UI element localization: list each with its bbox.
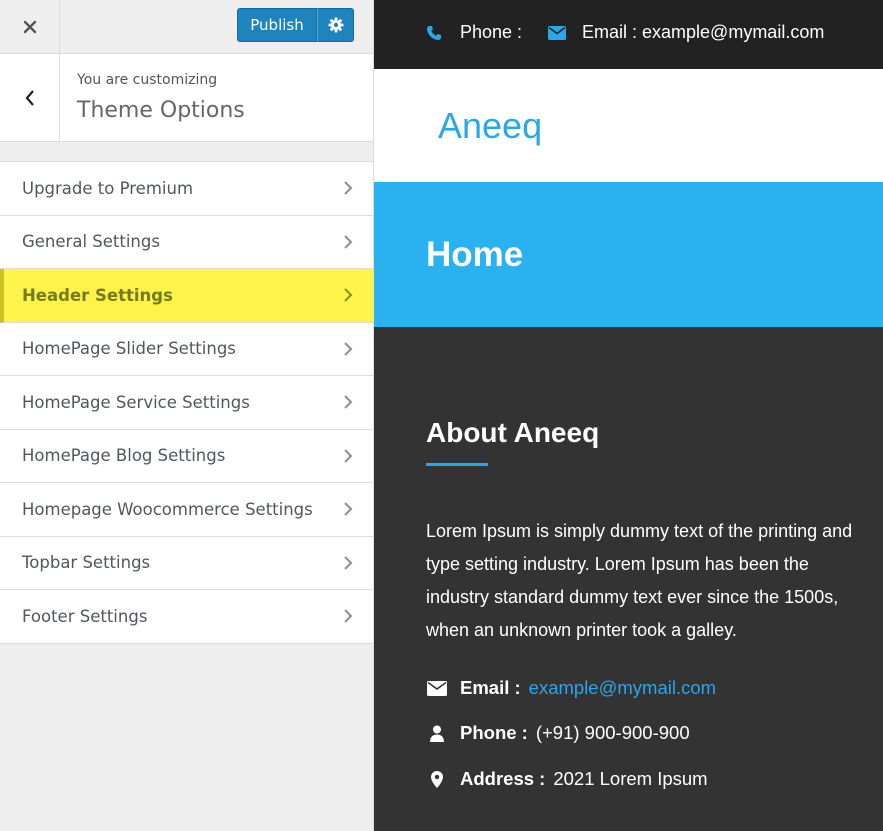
chevron-right-icon [344,395,353,409]
chevron-right-icon [344,502,353,516]
options-menu: Upgrade to Premium General Settings Head… [0,161,373,644]
phone-icon [427,25,441,40]
close-button[interactable] [0,0,60,53]
menu-item-label: HomePage Service Settings [22,392,250,412]
customizer-sidebar: Publish You are customizing Theme Option… [0,0,384,831]
menu-item-general-settings[interactable]: General Settings [0,215,373,269]
menu-item-label: Upgrade to Premium [22,178,194,198]
user-icon [426,725,448,742]
chevron-right-icon [344,288,353,302]
topbar-phone-label: Phone : [460,22,523,42]
publish-group: Publish [237,8,354,42]
about-title: About Aneeq [426,417,600,448]
section-title: Theme Options [77,98,245,123]
customizing-label: You are customizing [77,72,218,88]
menu-item-topbar-settings[interactable]: Topbar Settings [0,536,373,590]
contact-email-label: Email : [460,677,521,698]
chevron-right-icon [344,181,353,195]
menu-item-homepage-woocommerce-settings[interactable]: Homepage Woocommerce Settings [0,483,373,537]
chevron-right-icon [344,235,353,249]
menu-item-homepage-service-settings[interactable]: HomePage Service Settings [0,376,373,430]
banner-title: Home [426,235,524,274]
menu-item-label: Footer Settings [22,606,148,626]
preview-topbar: Phone : Email : example@mymail.com [374,0,883,69]
preview-header: Aneeq [374,69,883,182]
contact-address: Address : 2021 Lorem Ipsum [426,768,708,790]
contact-email: Email : example@mymail.com [426,677,716,699]
menu-item-footer-settings[interactable]: Footer Settings [0,590,373,644]
contact-phone: Phone : (+91) 900-900-900 [426,722,690,744]
section-header: You are customizing Theme Options [0,54,373,142]
topbar-phone: Phone : [426,22,522,43]
site-title[interactable]: Aneeq [438,105,542,147]
about-section: About Aneeq Lorem Ipsum is simply dummy … [374,327,883,831]
close-icon [23,20,36,33]
menu-item-label: General Settings [22,232,160,252]
chevron-right-icon [344,342,353,356]
back-button[interactable] [0,54,60,141]
publish-settings-button[interactable] [317,8,354,42]
gear-icon [328,17,343,33]
menu-item-label: Homepage Woocommerce Settings [22,499,313,519]
chevron-right-icon [344,609,353,623]
page-banner: Home [374,182,883,327]
envelope-icon [426,680,448,696]
site-preview: Phone : Email : example@mymail.com Aneeq… [374,0,883,831]
customizer-topbar: Publish [0,0,373,54]
chevron-left-icon [25,89,34,106]
chevron-right-icon [344,449,353,463]
topbar-email: Email : example@mymail.com [548,22,824,43]
contact-phone-value: (+91) 900-900-900 [535,722,690,743]
envelope-icon [548,25,566,40]
contact-address-label: Address : [460,768,546,789]
about-text: Lorem Ipsum is simply dummy text of the … [426,521,853,640]
contact-phone-label: Phone : [460,722,528,743]
menu-item-label: Header Settings [22,285,173,305]
menu-item-label: Topbar Settings [22,553,151,573]
topbar-email-label: Email : example@mymail.com [582,22,825,42]
menu-item-homepage-slider-settings[interactable]: HomePage Slider Settings [0,322,373,376]
about-title-underline [426,463,488,466]
map-marker-icon [426,770,448,788]
contact-address-value: 2021 Lorem Ipsum [553,768,708,789]
menu-item-homepage-blog-settings[interactable]: HomePage Blog Settings [0,429,373,483]
publish-button[interactable]: Publish [237,8,317,42]
chevron-right-icon [344,556,353,570]
menu-item-label: HomePage Blog Settings [22,446,226,466]
menu-item-header-settings[interactable]: Header Settings [0,269,373,323]
menu-item-upgrade-to-premium[interactable]: Upgrade to Premium [0,162,373,216]
menu-item-label: HomePage Slider Settings [22,339,236,359]
contact-email-link[interactable]: example@mymail.com [529,677,716,699]
